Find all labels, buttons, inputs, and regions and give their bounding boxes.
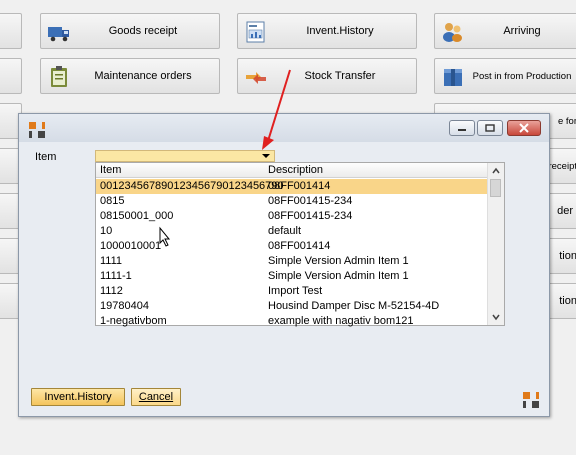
- invent-history-button[interactable]: Invent.History: [31, 388, 125, 406]
- cancel-button-label: Cancel: [138, 391, 174, 403]
- list-item-description: 08FF001414: [268, 240, 331, 252]
- column-header-description[interactable]: Description: [268, 163, 323, 177]
- list-item[interactable]: 1112 Import Test: [96, 284, 488, 299]
- item-selection-dialog: Item Item Description 001234567890123456…: [18, 113, 550, 417]
- list-item-code: 08150001_000: [100, 210, 174, 222]
- list-item-description: Simple Version Admin Item 1: [268, 270, 409, 282]
- cancel-button[interactable]: Cancel: [131, 388, 181, 406]
- clipboard-icon: [51, 66, 67, 87]
- close-button[interactable]: [507, 120, 541, 136]
- scroll-up-icon[interactable]: [491, 166, 501, 176]
- maximize-button[interactable]: [477, 120, 503, 136]
- scroll-down-icon[interactable]: [491, 312, 501, 322]
- list-item-description: Import Test: [268, 285, 323, 297]
- list-item[interactable]: 19780404 Housind Damper Disc M-52154-4D: [96, 299, 488, 314]
- invent-history-tile[interactable]: Invent.History: [237, 13, 417, 49]
- list-item-code: 0815: [100, 195, 125, 207]
- list-item-description: example with nagativ bom121: [268, 315, 414, 327]
- column-header-item[interactable]: Item: [100, 163, 121, 177]
- scroll-thumb[interactable]: [490, 179, 501, 197]
- chevron-down-icon: [262, 154, 270, 158]
- list-item-description: 08FF001415-234: [268, 195, 353, 207]
- list-item-code: 1000010001: [100, 240, 162, 252]
- list-item[interactable]: 08150001_000 08FF001415-234: [96, 209, 488, 224]
- boxes-icon: [444, 69, 462, 86]
- list-item-description: Housind Damper Disc M-52154-4D: [268, 300, 440, 312]
- list-item-description: 08FF001414: [268, 180, 331, 192]
- minimize-icon: [458, 129, 466, 131]
- maintenance-orders-tile[interactable]: Maintenance orders: [40, 58, 220, 94]
- list-scrollbar[interactable]: [487, 163, 504, 325]
- list-item[interactable]: 0815 08FF001415-234: [96, 194, 488, 209]
- app-logo-icon: [29, 122, 45, 138]
- tile-left-2[interactable]: [0, 58, 22, 94]
- list-item-code: 19780404: [100, 300, 149, 312]
- stock-transfer-tile[interactable]: Stock Transfer: [237, 58, 417, 94]
- minimize-button[interactable]: [449, 120, 475, 136]
- list-item-description: 08FF001415-234: [268, 210, 353, 222]
- list-item-description: Simple Version Admin Item 1: [268, 255, 409, 267]
- item-field-label: Item: [35, 151, 57, 163]
- list-item[interactable]: 1111-1 Simple Version Admin Item 1: [96, 269, 488, 284]
- list-item-code: 1111-1: [100, 270, 132, 282]
- list-item-code: 1111: [100, 255, 123, 267]
- list-item[interactable]: 1000010001 08FF001414: [96, 239, 488, 254]
- goods-receipt-tile[interactable]: Goods receipt: [40, 13, 220, 49]
- transfer-arrows-icon: [246, 72, 266, 84]
- item-input[interactable]: [95, 150, 275, 162]
- document-chart-icon: [246, 21, 265, 43]
- close-icon: [519, 123, 529, 133]
- people-icon: [443, 23, 462, 42]
- list-item-code: 1-negativbom: [100, 315, 167, 327]
- list-item-code: 10: [100, 225, 113, 237]
- app-logo-footer-icon: [523, 392, 539, 408]
- tile-left-1[interactable]: [0, 13, 22, 49]
- list-item[interactable]: 1111 Simple Version Admin Item 1: [96, 254, 488, 269]
- list-item[interactable]: 1-negativbom example with nagativ bom121: [96, 314, 488, 329]
- maximize-icon: [485, 124, 495, 132]
- list-item-description: default: [268, 225, 302, 237]
- list-item[interactable]: 001234567890123456790123456790 08FF001414: [96, 179, 488, 194]
- post-in-production-tile[interactable]: Post in from Production: [434, 58, 576, 94]
- truck-icon: [48, 27, 69, 42]
- item-dropdown-button[interactable]: [257, 150, 275, 162]
- list-item-code: 1112: [100, 285, 123, 297]
- list-header: Item Description: [96, 163, 488, 178]
- dialog-titlebar[interactable]: [19, 114, 549, 142]
- list-item[interactable]: 10 default: [96, 224, 488, 239]
- arriving-tile[interactable]: Arriving: [434, 13, 576, 49]
- item-dropdown-list[interactable]: Item Description 00123456789012345679012…: [95, 162, 505, 329]
- list-item-code: 001234567890123456790123456790: [100, 180, 284, 192]
